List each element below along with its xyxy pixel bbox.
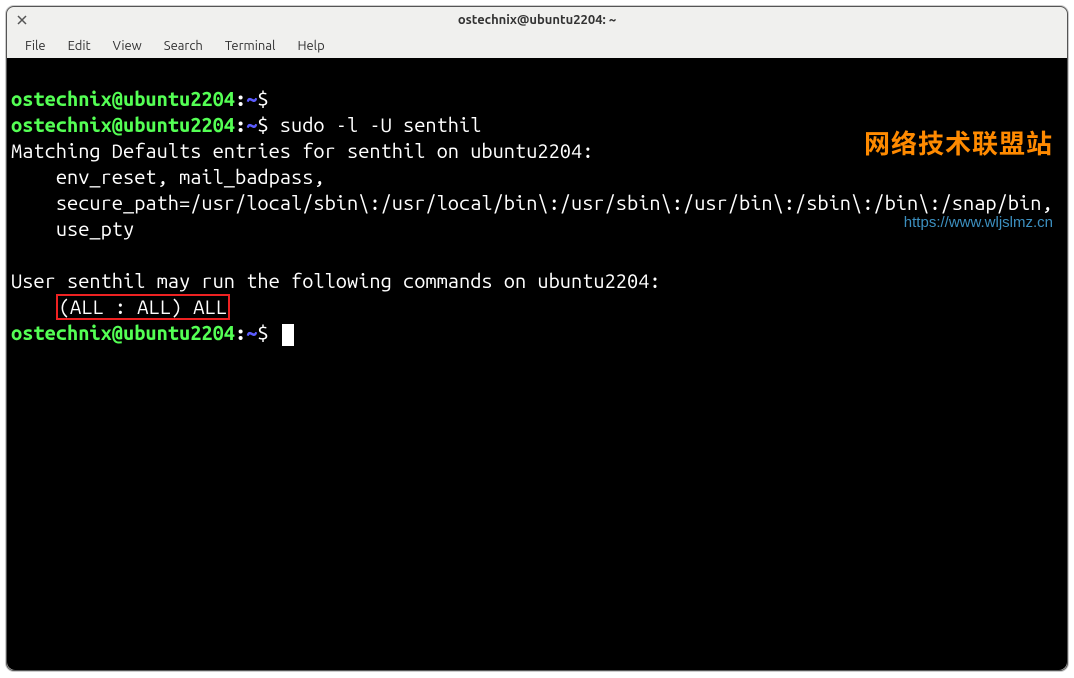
out-line-indent bbox=[11, 295, 56, 318]
prompt-dollar: $ bbox=[257, 113, 268, 136]
prompt-dollar: $ bbox=[257, 87, 268, 110]
menu-view[interactable]: View bbox=[103, 37, 152, 55]
prompt-user-host: ostechnix@ubuntu2204 bbox=[11, 321, 235, 344]
terminal-area[interactable]: ostechnix@ubuntu2204:~$ ostechnix@ubuntu… bbox=[7, 58, 1067, 670]
out-line: env_reset, mail_badpass, bbox=[11, 165, 325, 188]
cursor bbox=[282, 324, 294, 346]
menu-edit[interactable]: Edit bbox=[58, 37, 101, 55]
cmd-1 bbox=[269, 87, 280, 110]
menu-search[interactable]: Search bbox=[154, 37, 213, 55]
close-icon[interactable] bbox=[15, 13, 29, 27]
cmd-3 bbox=[269, 321, 280, 344]
highlight-sudo-all: (ALL : ALL) ALL bbox=[56, 294, 230, 320]
cmd-2: sudo -l -U senthil bbox=[269, 113, 482, 136]
prompt-user-host: ostechnix@ubuntu2204 bbox=[11, 113, 235, 136]
prompt-sep: : bbox=[235, 87, 246, 110]
out-line: Matching Defaults entries for senthil on… bbox=[11, 139, 593, 162]
menu-terminal[interactable]: Terminal bbox=[215, 37, 286, 55]
watermark-text: 网络技术联盟站 bbox=[864, 130, 1053, 156]
window-title: ostechnix@ubuntu2204: ~ bbox=[458, 13, 616, 27]
menu-file[interactable]: File bbox=[15, 37, 56, 55]
out-line: User senthil may run the following comma… bbox=[11, 269, 661, 292]
prompt-user-host: ostechnix@ubuntu2204 bbox=[11, 87, 235, 110]
watermark: 网络技术联盟站 https://www.wljslmz.cn bbox=[864, 78, 1053, 288]
prompt-dollar: $ bbox=[257, 321, 268, 344]
terminal-window: ostechnix@ubuntu2204: ~ File Edit View S… bbox=[6, 6, 1068, 671]
prompt-path: ~ bbox=[246, 87, 257, 110]
prompt-sep: : bbox=[235, 113, 246, 136]
menu-help[interactable]: Help bbox=[287, 37, 334, 55]
out-line: use_pty bbox=[11, 217, 134, 240]
out-line: secure_path=/usr/local/sbin\:/usr/local/… bbox=[11, 191, 1053, 214]
titlebar: ostechnix@ubuntu2204: ~ bbox=[7, 7, 1067, 33]
menubar: File Edit View Search Terminal Help bbox=[7, 33, 1067, 58]
prompt-path: ~ bbox=[246, 113, 257, 136]
prompt-path: ~ bbox=[246, 321, 257, 344]
prompt-sep: : bbox=[235, 321, 246, 344]
